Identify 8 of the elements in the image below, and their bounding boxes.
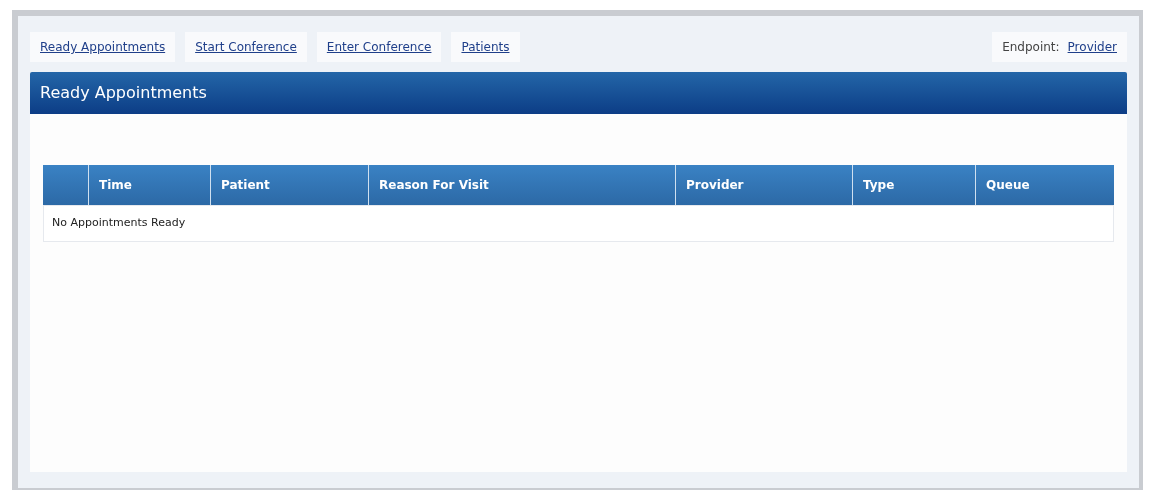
endpoint-link[interactable]: Provider <box>1067 38 1117 56</box>
nav-link[interactable]: Ready Appointments <box>30 32 176 62</box>
empty-message: No Appointments Ready <box>52 215 186 232</box>
panel-header: Ready Appointments <box>30 72 1127 114</box>
endpoint-label: Endpoint: <box>1002 39 1060 56</box>
nav-link[interactable]: Patients <box>451 32 520 62</box>
nav-link[interactable]: Enter Conference <box>316 32 442 62</box>
nav-link[interactable]: Start Conference <box>185 32 307 62</box>
